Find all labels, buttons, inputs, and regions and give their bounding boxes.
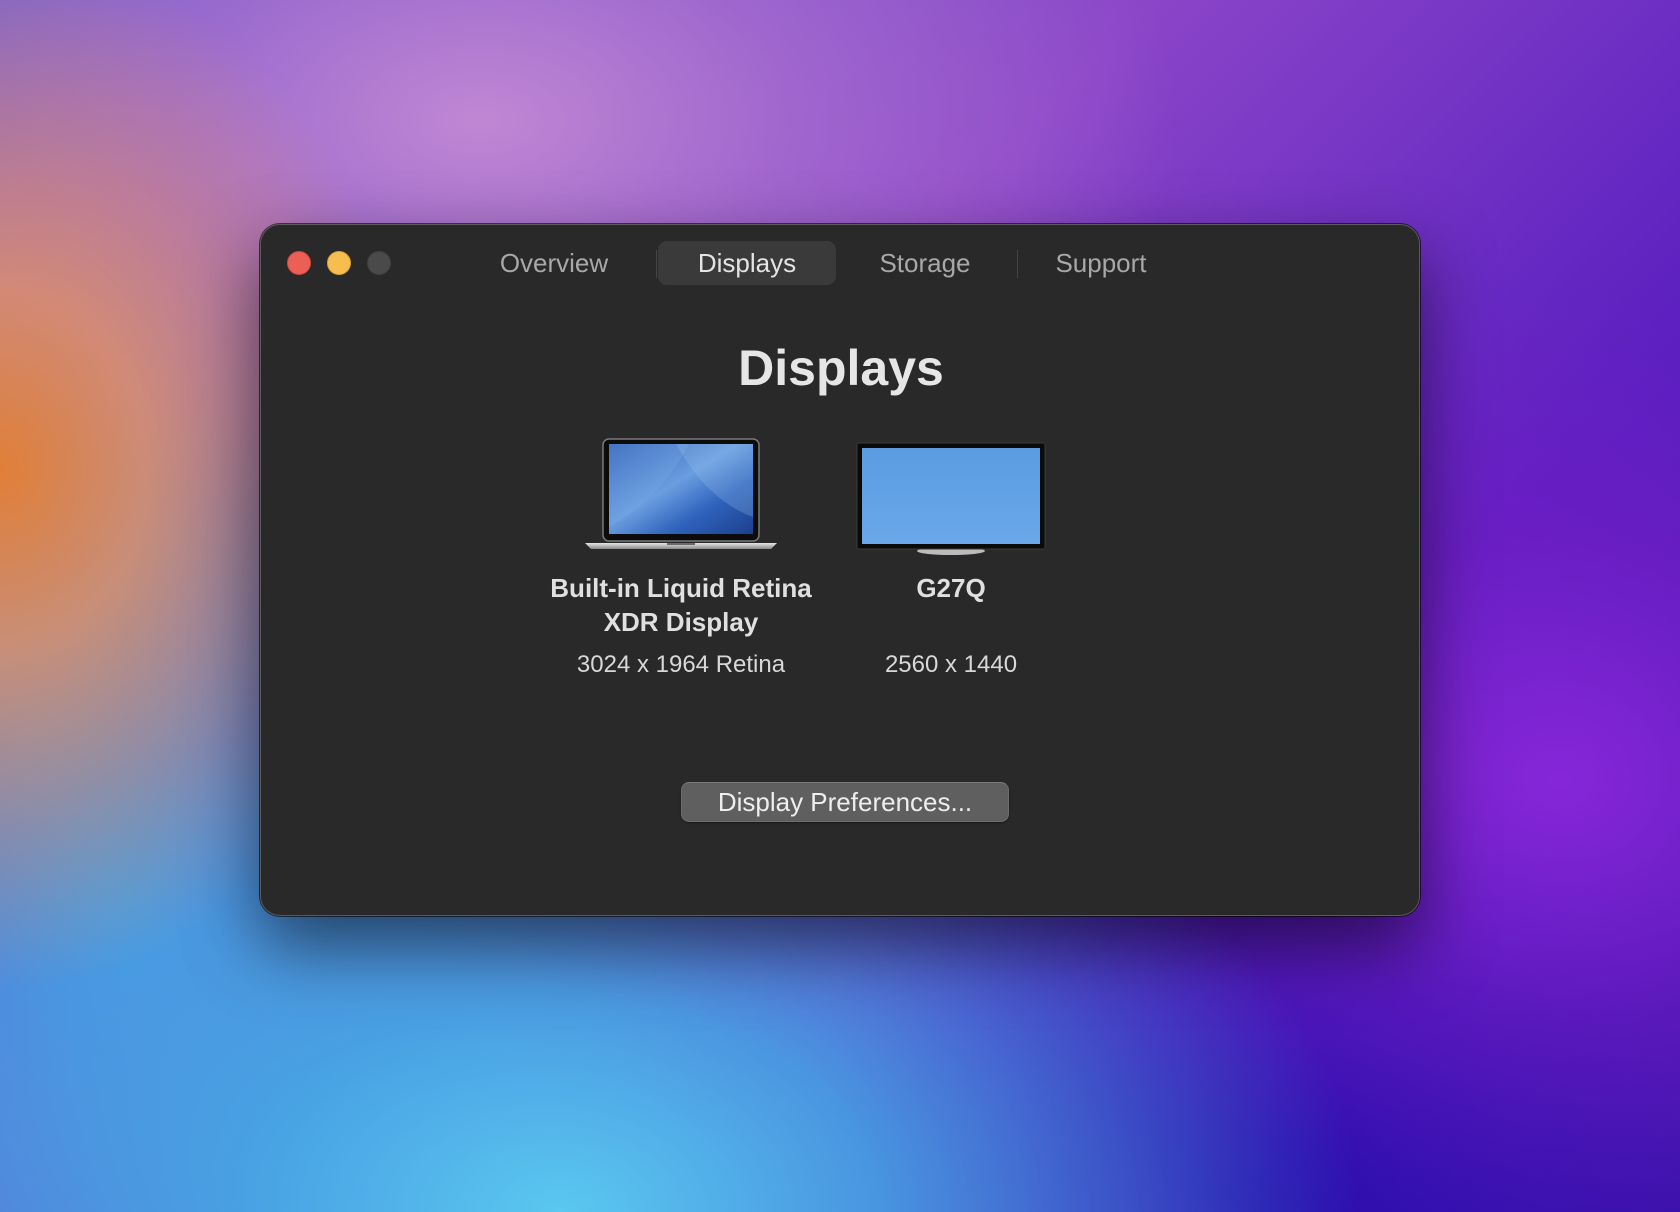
monitor-icon: [856, 442, 1046, 555]
display-preferences-button[interactable]: Display Preferences...: [681, 782, 1009, 822]
display-name: G27Q: [916, 573, 986, 603]
tab-separator: [1017, 250, 1018, 278]
about-this-mac-window: Overview Displays Storage Support Displa…: [260, 224, 1420, 916]
tab-displays[interactable]: Displays: [658, 241, 836, 285]
tab-storage[interactable]: Storage: [859, 241, 991, 285]
tab-support[interactable]: Support: [1034, 241, 1168, 285]
display-name: XDR Display: [603, 607, 759, 637]
tab-bar: Overview Displays Storage Support: [261, 241, 1421, 285]
display-resolution: 3024 x 1964 Retina: [576, 651, 786, 678]
display-resolution: 2560 x 1440: [884, 651, 1018, 678]
display-name: Built-in Liquid Retina: [550, 573, 812, 603]
display-item-external: G27Q 2560 x 1440: [831, 435, 1071, 679]
tab-separator: [656, 250, 657, 278]
desktop-wallpaper: Overview Displays Storage Support Displa…: [0, 0, 1680, 1212]
display-item-builtin: Built-in Liquid Retina XDR Display 3024 …: [536, 435, 826, 679]
tab-overview[interactable]: Overview: [494, 241, 614, 285]
laptop-icon: [585, 438, 777, 549]
page-title: Displays: [738, 340, 944, 396]
